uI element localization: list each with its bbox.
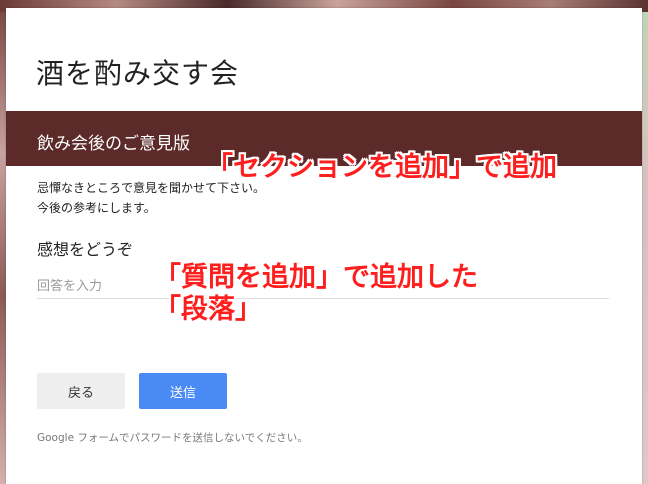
form-card: 酒を酌み交す会 飲み会後のご意見版 忌憚なきところで意見を聞かせて下さい。 今後…: [6, 8, 642, 484]
back-button[interactable]: 戻る: [37, 373, 125, 409]
annotation-question-added-line-2: 「段落」: [154, 294, 262, 325]
background-right-edge: [642, 12, 648, 484]
submit-button[interactable]: 送信: [139, 373, 227, 409]
annotation-section-added: 「セクションを追加」で追加: [206, 152, 557, 183]
annotation-question-added: 「質問を追加」で追加した 「段落」: [154, 262, 478, 326]
form-title: 酒を酌み交す会: [36, 57, 240, 90]
footer-note: Google フォームでパスワードを送信しないでください。: [37, 432, 308, 444]
question-title: 感想をどうぞ: [37, 240, 134, 259]
section-title: 飲み会後のご意見版: [37, 134, 190, 154]
annotation-question-added-line-1: 「質問を追加」で追加した: [154, 262, 478, 293]
section-description-line-2: 今後の参考にします。: [37, 201, 156, 215]
